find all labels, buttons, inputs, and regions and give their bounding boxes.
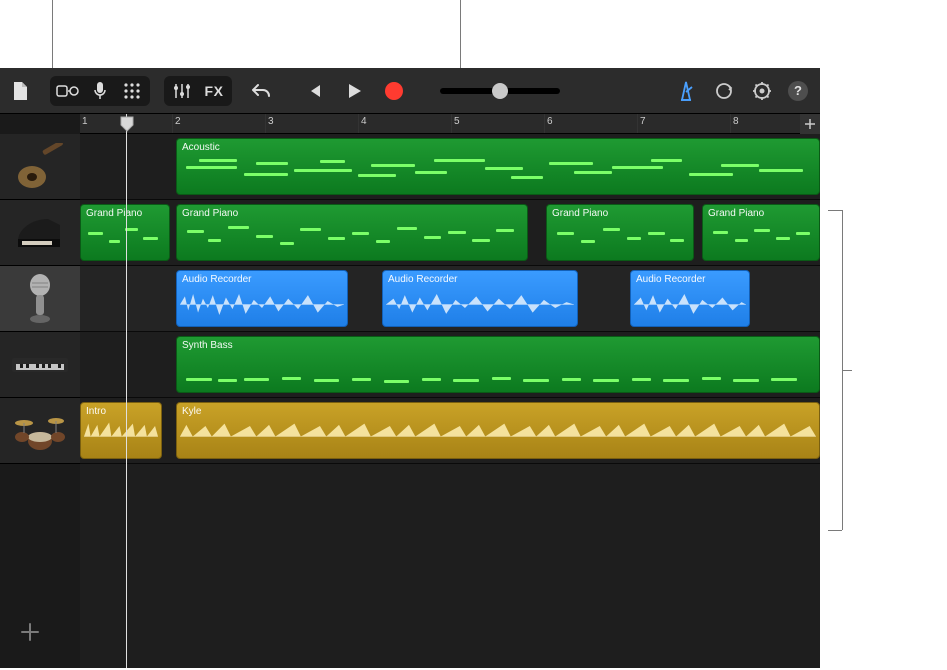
settings-button[interactable] [750, 79, 774, 103]
waveform [180, 419, 816, 454]
track-lane[interactable]: Acoustic [80, 134, 820, 200]
region-audio[interactable]: Kyle [176, 402, 820, 459]
ruler-tick: 2 [175, 116, 181, 127]
midi-notes [180, 353, 816, 388]
callout-line [828, 530, 842, 531]
region-label: Synth Bass [182, 340, 233, 351]
region-label: Audio Recorder [388, 274, 457, 285]
region-audio[interactable]: Intro [80, 402, 162, 459]
app-window: FX [0, 68, 820, 668]
callout-line [52, 0, 53, 68]
help-button[interactable]: ? [788, 81, 808, 101]
ruler-tick: 5 [454, 116, 460, 127]
ruler[interactable]: 1 2 3 4 5 6 7 8 [80, 114, 820, 134]
tracks-area: Acoustic [80, 134, 820, 464]
track-controls-button[interactable] [166, 76, 198, 106]
region-midi[interactable]: Grand Piano [176, 204, 528, 261]
midi-notes [180, 155, 816, 190]
midi-notes [706, 221, 816, 256]
browser-button[interactable] [52, 76, 84, 106]
volume-thumb[interactable] [492, 83, 508, 99]
track-header-mic[interactable] [0, 266, 80, 332]
toolbar: FX [0, 68, 820, 114]
track-header-drums[interactable] [0, 398, 80, 464]
waveform [634, 287, 746, 322]
ruler-tick: 7 [640, 116, 646, 127]
region-label: Grand Piano [182, 208, 238, 219]
master-volume-slider[interactable] [440, 88, 560, 94]
waveform [84, 419, 158, 454]
waveform [180, 287, 344, 322]
track-lane[interactable]: Grand Piano Grand Piano [80, 200, 820, 266]
mix-group: FX [164, 76, 232, 106]
track-header-keyboard[interactable] [0, 332, 80, 398]
callout-line [842, 210, 843, 370]
region-midi[interactable]: Synth Bass [176, 336, 820, 393]
add-track-button[interactable] [14, 616, 46, 648]
undo-button[interactable] [246, 76, 276, 106]
playhead-handle[interactable] [120, 116, 134, 135]
play-button[interactable] [342, 79, 366, 103]
midi-notes [180, 221, 524, 256]
loop-button[interactable] [712, 79, 736, 103]
metronome-button[interactable] [674, 79, 698, 103]
region-label: Grand Piano [708, 208, 764, 219]
ruler-tick: 4 [361, 116, 367, 127]
callout-line [842, 370, 843, 530]
region-label: Grand Piano [552, 208, 608, 219]
track-headers [0, 114, 80, 668]
record-button[interactable] [382, 79, 406, 103]
callout-line [842, 370, 852, 371]
ruler-tick: 1 [82, 116, 88, 127]
midi-notes [84, 221, 166, 256]
region-label: Kyle [182, 406, 201, 417]
ruler-tick: 8 [733, 116, 739, 127]
ruler-tick: 6 [547, 116, 553, 127]
my-songs-button[interactable] [6, 76, 36, 106]
midi-notes [550, 221, 690, 256]
region-midi[interactable]: Grand Piano [702, 204, 820, 261]
transport [302, 79, 406, 103]
go-to-start-button[interactable] [302, 79, 326, 103]
playhead-line [126, 114, 127, 668]
region-label: Acoustic [182, 142, 220, 153]
region-midi[interactable]: Grand Piano [80, 204, 170, 261]
region-audio[interactable]: Audio Recorder [382, 270, 578, 327]
region-midi[interactable]: Grand Piano [546, 204, 694, 261]
workspace: 1 2 3 4 5 6 7 8 Acoustic [0, 114, 820, 668]
region-label: Audio Recorder [636, 274, 705, 285]
region-audio[interactable]: Audio Recorder [630, 270, 750, 327]
track-header-piano[interactable] [0, 200, 80, 266]
track-lane[interactable]: Intro Kyle [80, 398, 820, 464]
region-audio[interactable]: Audio Recorder [176, 270, 348, 327]
callout-line [828, 210, 842, 211]
timeline[interactable]: 1 2 3 4 5 6 7 8 Acoustic [80, 114, 820, 668]
region-label: Intro [86, 406, 106, 417]
region-label: Audio Recorder [182, 274, 251, 285]
grid-button[interactable] [116, 76, 148, 106]
track-lane[interactable]: Audio Recorder Audio Recorder [80, 266, 820, 332]
mic-button[interactable] [84, 76, 116, 106]
fx-button[interactable]: FX [198, 76, 230, 106]
waveform [386, 287, 574, 322]
ruler-tick: 3 [268, 116, 274, 127]
region-midi[interactable]: Acoustic [176, 138, 820, 195]
track-header-guitar[interactable] [0, 134, 80, 200]
track-lane[interactable]: Synth Bass [80, 332, 820, 398]
track-view-group [50, 76, 150, 106]
region-label: Grand Piano [86, 208, 142, 219]
add-marker-button[interactable] [800, 114, 820, 134]
